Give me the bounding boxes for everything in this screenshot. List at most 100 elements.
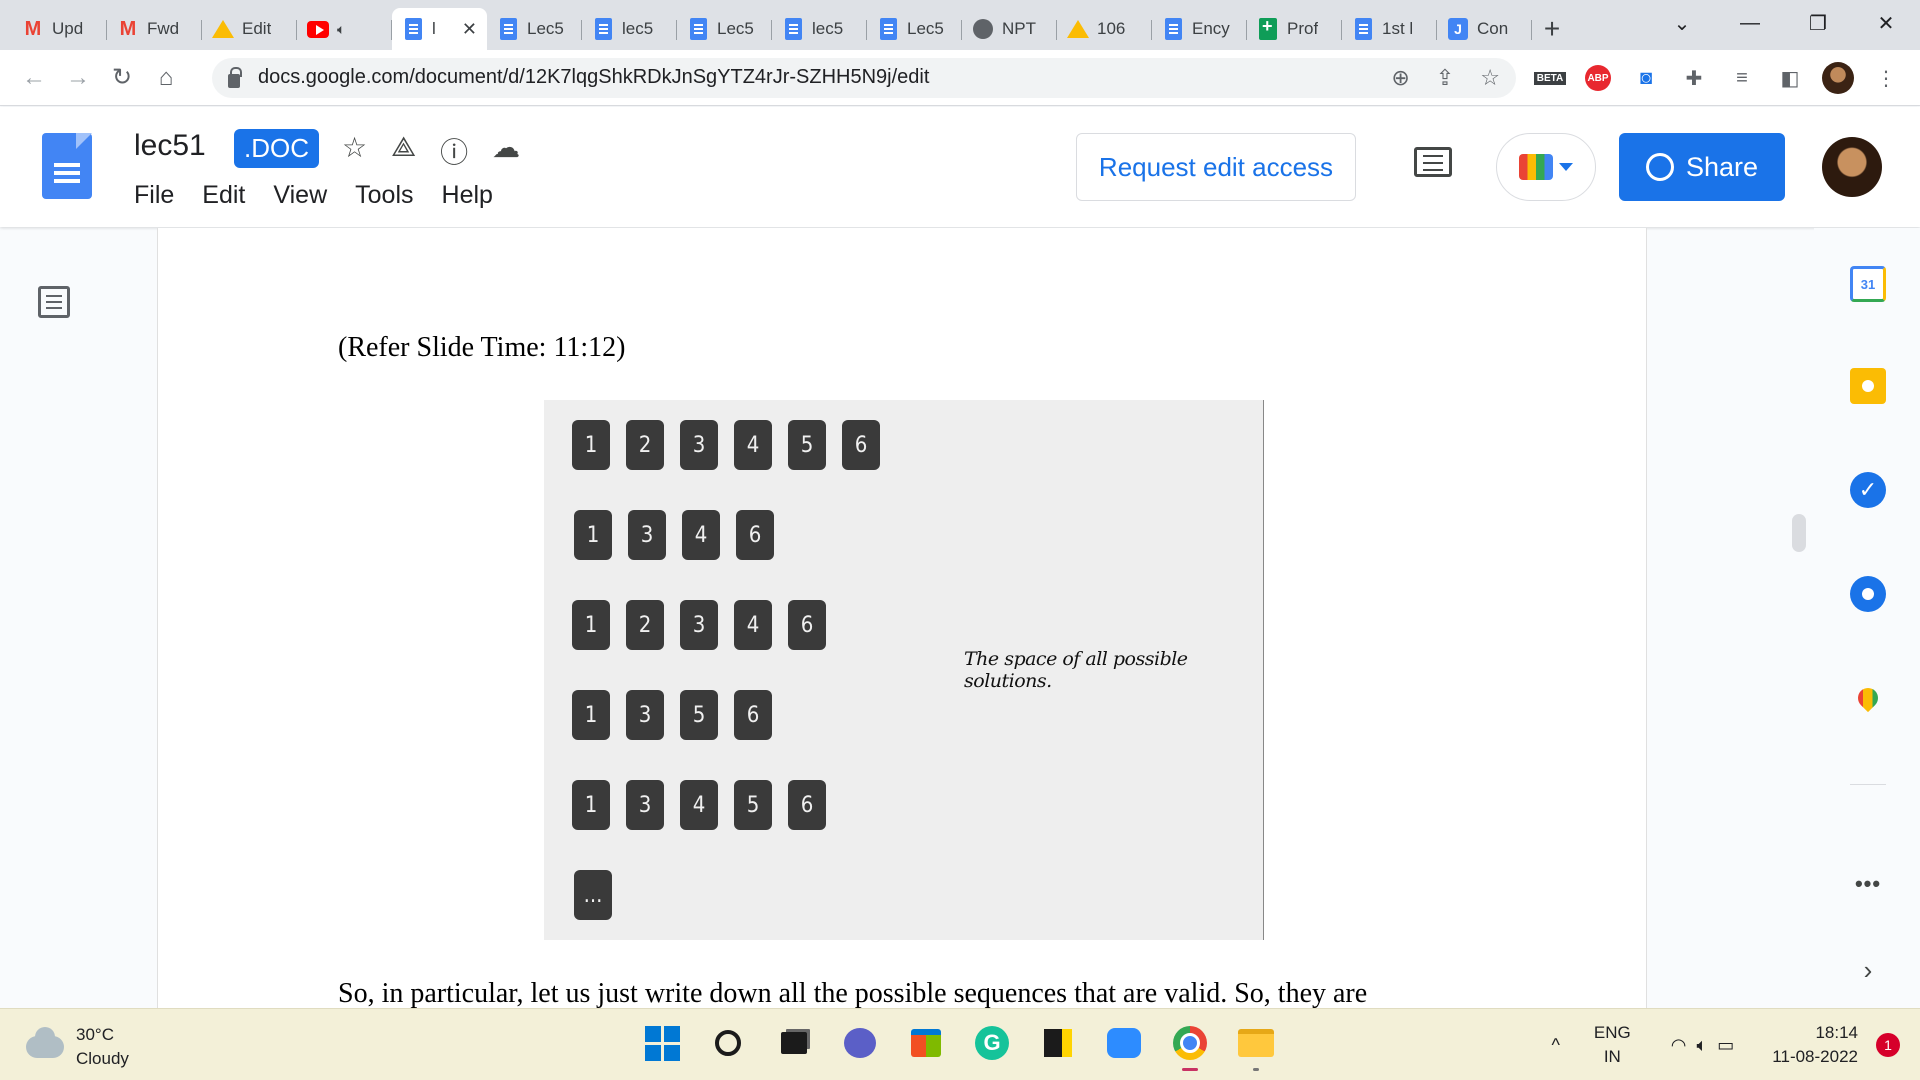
tab-title: Lec5 xyxy=(717,19,754,38)
grammarly-button[interactable]: G xyxy=(972,1023,1012,1063)
star-icon[interactable]: ☆ xyxy=(342,131,367,171)
browser-tab[interactable]: l ✕ xyxy=(392,8,487,50)
task-view-button[interactable] xyxy=(774,1023,814,1063)
task-view-icon xyxy=(781,1032,807,1054)
volume-icon[interactable]: 🔈︎ xyxy=(1696,1035,1707,1056)
browser-tab[interactable]: M Upd xyxy=(12,8,107,50)
sequence-item: 3 xyxy=(628,510,666,560)
file-explorer-button[interactable] xyxy=(1236,1023,1276,1071)
browser-tab[interactable]: Edit xyxy=(202,8,297,50)
maps-icon[interactable] xyxy=(1850,680,1886,716)
sequence-item: 5 xyxy=(680,690,718,740)
menu-file[interactable]: File xyxy=(134,181,174,210)
tab-search-icon[interactable]: ⌄ xyxy=(1648,11,1716,36)
tab-title: Ency xyxy=(1192,19,1230,38)
extensions-puzzle-icon[interactable]: ✚ xyxy=(1670,66,1718,91)
menu-edit[interactable]: Edit xyxy=(202,181,245,210)
beta-extension-icon[interactable]: BETA xyxy=(1526,71,1574,85)
chrome-button[interactable] xyxy=(1170,1023,1210,1071)
calendar-icon[interactable]: 31 xyxy=(1850,266,1886,302)
notification-badge[interactable]: 1 xyxy=(1876,1033,1900,1057)
browser-tab[interactable]: lec5 xyxy=(582,8,677,50)
docs-logo-icon[interactable] xyxy=(42,133,92,199)
info-icon[interactable]: ⓘ xyxy=(440,131,468,171)
browser-tab[interactable]: J Con xyxy=(1437,8,1532,50)
store-button[interactable] xyxy=(906,1023,946,1063)
bookmark-star-icon[interactable]: ☆ xyxy=(1480,65,1500,91)
menu-help[interactable]: Help xyxy=(442,181,493,210)
region-code: IN xyxy=(1603,1047,1621,1066)
browser-tab[interactable]: Lec5 xyxy=(677,8,772,50)
sequence-item: 6 xyxy=(788,780,826,830)
tab-title: Con xyxy=(1477,19,1509,38)
home-button[interactable]: ⌂ xyxy=(144,56,188,100)
restore-button[interactable]: ❐ xyxy=(1784,11,1852,36)
browser-tab[interactable]: lec5 xyxy=(772,8,867,50)
gmail-icon: M xyxy=(24,17,42,40)
meet-button[interactable] xyxy=(1496,133,1596,201)
wifi-icon[interactable]: ◠ xyxy=(1671,1035,1687,1056)
forward-button[interactable]: → xyxy=(56,56,100,100)
scrollbar-thumb[interactable] xyxy=(1792,514,1806,552)
close-window-button[interactable]: ✕ xyxy=(1852,11,1920,36)
browser-tab[interactable]: Prof xyxy=(1247,8,1342,50)
extensions-area: BETA ABP ◙ ✚ ≡ ◧ ⋮ xyxy=(1526,50,1910,106)
move-to-drive-icon[interactable]: ⟁ xyxy=(391,131,416,171)
browser-tab[interactable]: 🔈︎ xyxy=(297,8,392,50)
contacts-icon[interactable] xyxy=(1850,576,1886,612)
tab-list: M Upd M Fwd Edit 🔈︎ l ✕ Lec5 lec5 Lec5 lec5 Lec5 NPT 1… xyxy=(0,8,1532,50)
reading-list-icon[interactable]: ≡ xyxy=(1718,67,1766,90)
zoom-icon[interactable]: ⊕ xyxy=(1391,65,1409,91)
search-button[interactable] xyxy=(708,1023,748,1063)
side-panel-icon[interactable]: ◧ xyxy=(1766,66,1814,91)
sequence-row: 13456 xyxy=(572,780,842,830)
back-button[interactable]: ← xyxy=(12,56,56,100)
document-title[interactable]: lec51 xyxy=(134,129,206,163)
chevron-up-icon[interactable]: ^ xyxy=(1551,1035,1559,1056)
battery-icon[interactable]: ▭ xyxy=(1717,1035,1734,1056)
docs-header: lec51 .DOC ☆ ⟁ ⓘ ☁ File Edit View Tools … xyxy=(0,107,1920,227)
browser-tab[interactable]: Lec5 xyxy=(867,8,962,50)
menu-view[interactable]: View xyxy=(273,181,327,210)
browser-tab[interactable]: NPT xyxy=(962,8,1057,50)
new-tab-button[interactable]: + xyxy=(1532,8,1572,50)
cloud-status-icon[interactable]: ☁ xyxy=(492,131,520,171)
tasks-icon[interactable]: ✓ xyxy=(1850,472,1886,508)
screen-recorder-icon[interactable]: ◙ xyxy=(1622,67,1670,90)
document-outline-icon[interactable] xyxy=(38,286,70,318)
docs-icon xyxy=(687,18,709,40)
comments-icon[interactable] xyxy=(1414,147,1452,177)
browser-tab[interactable]: M Fwd xyxy=(107,8,202,50)
minimize-button[interactable]: — xyxy=(1716,12,1784,35)
weather-temperature: 30°C xyxy=(76,1025,114,1044)
share-page-icon[interactable]: ⇪ xyxy=(1436,65,1454,91)
sticky-notes-button[interactable] xyxy=(1038,1023,1078,1063)
browser-tab[interactable]: 106 xyxy=(1057,8,1152,50)
request-edit-access-button[interactable]: Request edit access xyxy=(1076,133,1356,201)
lock-icon[interactable] xyxy=(228,66,242,88)
tray-icons: ◠ 🔈︎ ▭ xyxy=(1671,1035,1735,1056)
expand-panel-icon[interactable]: › xyxy=(1850,952,1886,988)
keep-icon[interactable] xyxy=(1850,368,1886,404)
account-avatar[interactable] xyxy=(1822,137,1882,197)
share-button[interactable]: Share xyxy=(1619,133,1785,201)
close-tab-icon[interactable]: ✕ xyxy=(462,19,477,40)
adblock-extension-icon[interactable]: ABP xyxy=(1574,65,1622,91)
browser-tab[interactable]: Ency xyxy=(1152,8,1247,50)
browser-tab[interactable]: Lec5 xyxy=(487,8,582,50)
zoom-app-button[interactable] xyxy=(1104,1023,1144,1063)
clock[interactable]: 18:14 11-08-2022 xyxy=(1772,1021,1858,1069)
menu-tools[interactable]: Tools xyxy=(355,181,413,210)
weather-widget[interactable]: 30°C Cloudy xyxy=(26,1023,129,1071)
start-button[interactable] xyxy=(642,1023,682,1063)
more-addons-icon[interactable]: ••• xyxy=(1850,866,1886,902)
sequence-item: 4 xyxy=(680,780,718,830)
tab-audio-icon[interactable]: 🔈︎ xyxy=(337,21,345,38)
address-bar[interactable]: docs.google.com/document/d/12K7lqgShkRDk… xyxy=(212,57,1516,98)
profile-avatar[interactable] xyxy=(1814,62,1862,94)
language-indicator[interactable]: ENG IN xyxy=(1594,1021,1631,1069)
reload-button[interactable]: ↻ xyxy=(100,56,144,100)
teams-button[interactable] xyxy=(840,1023,880,1063)
browser-menu-icon[interactable]: ⋮ xyxy=(1862,66,1910,91)
browser-tab[interactable]: 1st l xyxy=(1342,8,1437,50)
